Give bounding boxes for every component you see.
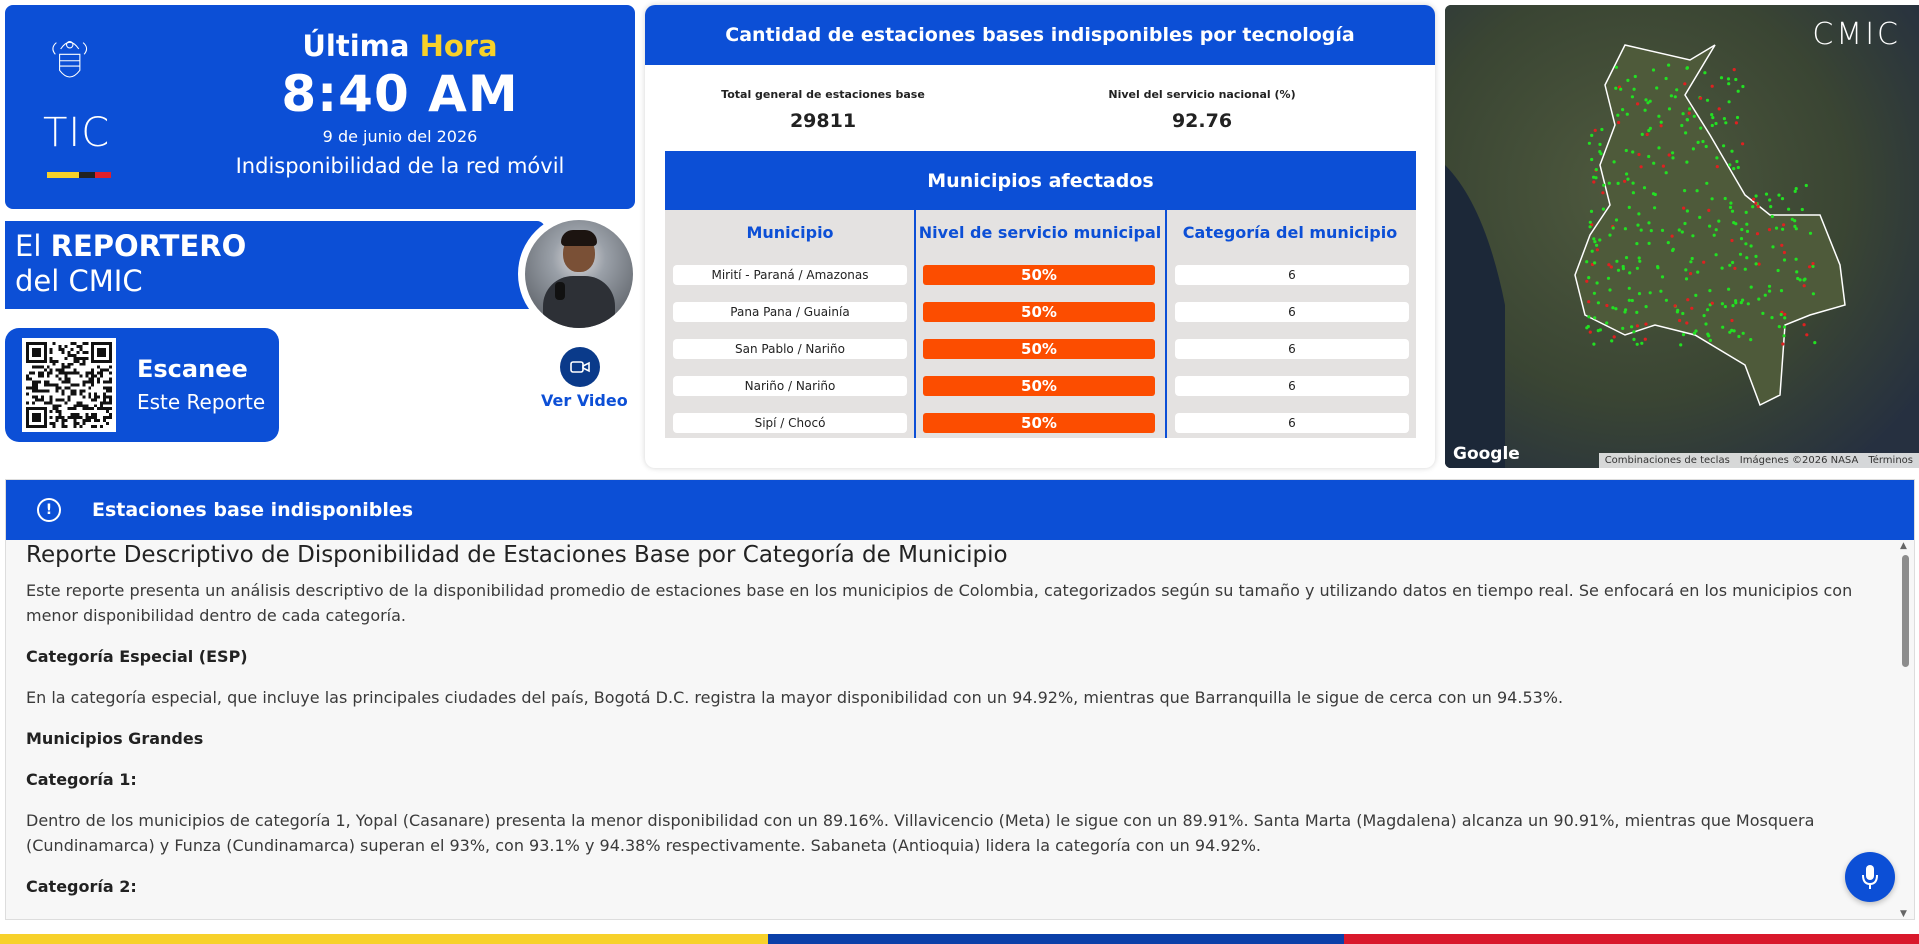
report-body: Reporte Descriptivo de Disponibilidad de… xyxy=(26,540,1876,919)
report-intro: Este reporte presenta un análisis descri… xyxy=(26,581,1853,625)
flag-footer-stripe xyxy=(0,934,1919,944)
map-attribution: Combinaciones de teclas Imágenes ©2026 N… xyxy=(1598,453,1919,468)
qr-title: Escanee xyxy=(137,355,248,383)
category-esp-text: En la categoría especial, que incluye la… xyxy=(26,688,1564,707)
flag-stripe xyxy=(47,172,111,178)
reporter-avatar xyxy=(525,220,633,328)
column-header-nivel: Nivel de servicio municipal xyxy=(918,223,1162,242)
report-section-title: Estaciones base indisponibles xyxy=(92,499,414,521)
qr-code-icon xyxy=(22,338,116,432)
affected-municipalities-table: Municipios afectados Municipio Nivel de … xyxy=(665,151,1416,438)
report-date: 9 de junio del 2026 xyxy=(322,127,478,146)
watch-video-label: Ver Video xyxy=(541,391,628,410)
qr-card[interactable]: Escanee Este Reporte xyxy=(5,328,279,442)
large-municipalities-title: Municipios Grandes xyxy=(26,729,204,748)
table-row: Nariño / Nariño 50% 6 xyxy=(665,376,1416,396)
table-row: Mirití - Paraná / Amazonas 50% 6 xyxy=(665,265,1416,285)
column-divider xyxy=(914,210,916,438)
report-subtitle: Indisponibilidad de la red móvil xyxy=(235,154,565,178)
microphone-button[interactable] xyxy=(1845,852,1895,902)
category-esp-title: Categoría Especial (ESP) xyxy=(26,647,248,666)
colombia-map xyxy=(1445,5,1919,468)
qr-subtitle: Este Reporte xyxy=(137,390,266,414)
kpi-national-service: Nivel del servicio nacional (%) 92.76 xyxy=(1108,88,1296,132)
report-scrollbar[interactable]: ▲ ▼ xyxy=(1898,541,1912,919)
scrollbar-thumb[interactable] xyxy=(1902,555,1909,667)
reporter-banner: El REPORTERO del CMIC xyxy=(5,221,545,309)
kpi-total-stations: Total general de estaciones base 29811 xyxy=(721,88,925,132)
latest-news-title: Última Hora xyxy=(302,29,498,63)
video-camera-icon xyxy=(560,347,600,387)
header-card: TIC Última Hora 8:40 AM 9 de junio del 2… xyxy=(5,5,635,209)
category-1-text: Dentro de los municipios de categoría 1,… xyxy=(26,811,1815,855)
stations-panel: Cantidad de estaciones bases indisponibl… xyxy=(645,5,1435,468)
report-heading: Reporte Descriptivo de Disponibilidad de… xyxy=(26,542,1008,568)
reporter-title: El REPORTERO xyxy=(15,229,247,263)
terms-link[interactable]: Términos xyxy=(1868,455,1913,466)
google-logo: Google xyxy=(1453,444,1520,464)
report-section: ! Estaciones base indisponibles Reporte … xyxy=(5,479,1915,920)
cmic-brand: CMIC xyxy=(1812,17,1901,52)
column-divider xyxy=(1165,210,1167,438)
column-header-categoria: Categoría del municipio xyxy=(1182,223,1398,242)
report-section-header: ! Estaciones base indisponibles xyxy=(6,480,1914,540)
watch-video-button[interactable]: Ver Video xyxy=(541,347,628,411)
table-row: Sipí / Chocó 50% 6 xyxy=(665,413,1416,433)
stations-panel-title: Cantidad de estaciones bases indisponibl… xyxy=(645,5,1435,65)
microphone-icon xyxy=(1862,865,1878,889)
tic-logo-text: TIC xyxy=(43,110,111,156)
coat-of-arms-icon xyxy=(52,41,88,78)
table-title: Municipios afectados xyxy=(665,151,1416,210)
report-time: 8:40 AM xyxy=(281,65,519,123)
imagery-credit: Imágenes ©2026 NASA xyxy=(1739,455,1859,466)
category-2-title: Categoría 2: xyxy=(26,877,137,896)
alert-circle-icon: ! xyxy=(37,498,61,522)
scroll-up-icon[interactable]: ▲ xyxy=(1900,541,1907,551)
category-1-title: Categoría 1: xyxy=(26,770,137,789)
stations-map[interactable]: CMIC Google Combinaciones de teclas Imág… xyxy=(1445,5,1919,468)
table-row: Pana Pana / Guainía 50% 6 xyxy=(665,302,1416,322)
column-header-municipio: Municipio xyxy=(746,223,834,242)
latest-news-block: Última Hora 8:40 AM 9 de junio del 2026 … xyxy=(185,29,615,178)
table-row: San Pablo / Nariño 50% 6 xyxy=(665,339,1416,359)
reporter-subtitle: del CMIC xyxy=(15,264,143,298)
scroll-down-icon[interactable]: ▼ xyxy=(1900,909,1907,919)
keyboard-shortcuts-link[interactable]: Combinaciones de teclas xyxy=(1605,455,1730,466)
